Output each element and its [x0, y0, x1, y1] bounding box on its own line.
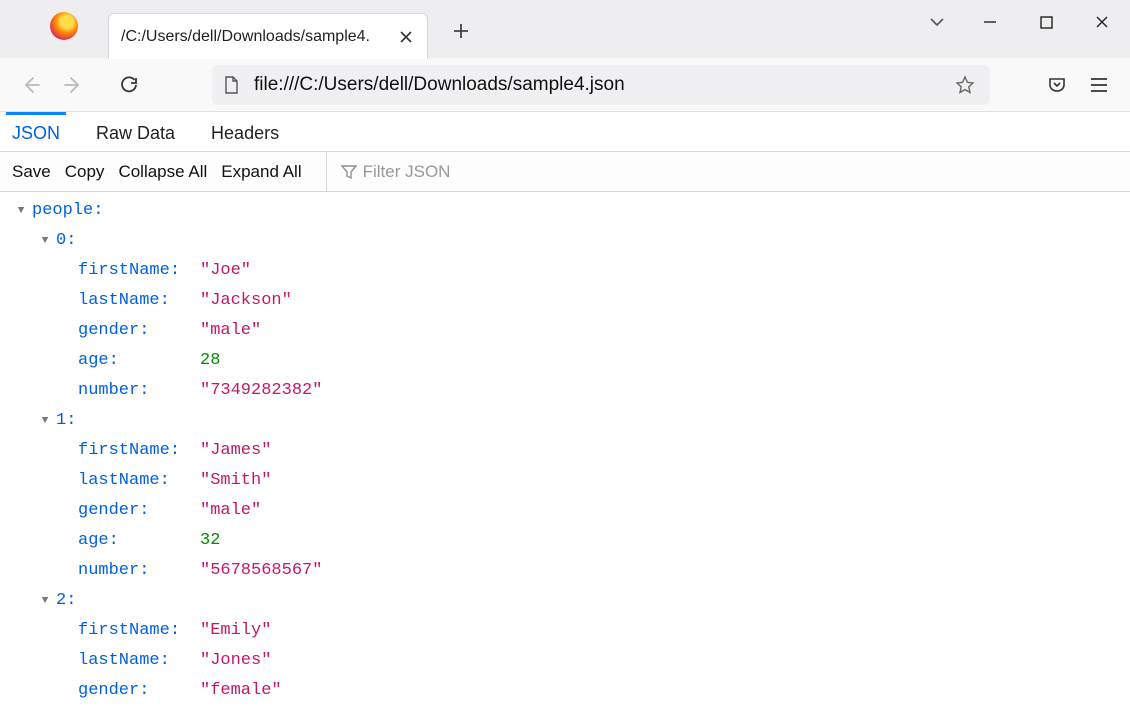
json-key[interactable]: gender — [78, 501, 139, 520]
window-close-button[interactable] — [1074, 0, 1130, 44]
plus-icon — [452, 22, 470, 40]
expand-all-button[interactable]: Expand All — [221, 162, 301, 182]
json-value[interactable]: "male" — [200, 496, 261, 526]
json-value[interactable]: "Smith" — [200, 466, 271, 496]
json-key[interactable]: number — [78, 561, 139, 580]
close-icon — [399, 30, 413, 44]
close-tab-button[interactable] — [397, 28, 415, 46]
browser-tab[interactable]: /C:/Users/dell/Downloads/sample4. — [108, 13, 428, 59]
navigation-toolbar: file:///C:/Users/dell/Downloads/sample4.… — [0, 58, 1130, 112]
json-body: people:0:firstName:"Joe"lastName:"Jackso… — [0, 192, 1130, 710]
filter-input[interactable] — [363, 162, 563, 182]
tab-list-button[interactable] — [912, 0, 962, 44]
json-key[interactable]: age — [78, 531, 109, 550]
json-value[interactable]: "Emily" — [200, 616, 271, 646]
close-icon — [1095, 15, 1109, 29]
maximize-button[interactable] — [1018, 0, 1074, 44]
json-index[interactable]: 1 — [56, 406, 66, 436]
json-value[interactable]: 32 — [200, 526, 220, 556]
arrow-left-icon — [21, 75, 41, 95]
filter-icon — [341, 164, 357, 180]
twisty-icon[interactable] — [38, 414, 52, 428]
json-value[interactable]: "female" — [200, 676, 282, 706]
json-value[interactable]: "Jackson" — [200, 286, 292, 316]
arrow-right-icon — [63, 75, 83, 95]
window-controls — [912, 0, 1130, 44]
json-key[interactable]: lastName — [78, 291, 160, 310]
tab-raw-data[interactable]: Raw Data — [90, 112, 181, 151]
pocket-button[interactable] — [1038, 66, 1076, 104]
json-value[interactable]: "7349282382" — [200, 376, 322, 406]
twisty-icon[interactable] — [14, 204, 28, 218]
bookmark-button[interactable] — [950, 70, 980, 100]
json-key[interactable]: gender — [78, 681, 139, 700]
json-value[interactable]: "Joe" — [200, 256, 251, 286]
json-viewer-tabs: JSON Raw Data Headers — [0, 112, 1130, 152]
tab-title: /C:/Users/dell/Downloads/sample4. — [121, 28, 389, 46]
reload-icon — [119, 75, 139, 95]
url-bar[interactable]: file:///C:/Users/dell/Downloads/sample4.… — [212, 65, 990, 105]
json-key[interactable]: firstName — [78, 621, 170, 640]
json-value[interactable]: "James" — [200, 436, 271, 466]
pocket-icon — [1047, 75, 1067, 95]
json-key[interactable]: lastName — [78, 471, 160, 490]
app-menu-button[interactable] — [1080, 66, 1118, 104]
maximize-icon — [1040, 16, 1053, 29]
collapse-all-button[interactable]: Collapse All — [118, 162, 207, 182]
page-icon — [222, 76, 240, 94]
filter-wrap — [326, 152, 563, 191]
save-button[interactable]: Save — [12, 162, 51, 182]
json-key[interactable]: firstName — [78, 441, 170, 460]
json-key[interactable]: gender — [78, 321, 139, 340]
titlebar: /C:/Users/dell/Downloads/sample4. — [0, 0, 1130, 58]
new-tab-button[interactable] — [444, 14, 478, 48]
back-button[interactable] — [12, 66, 50, 104]
minimize-button[interactable] — [962, 0, 1018, 44]
tab-headers[interactable]: Headers — [205, 112, 285, 151]
tab-json[interactable]: JSON — [6, 112, 66, 151]
json-index[interactable]: 2 — [56, 586, 66, 616]
star-icon — [955, 75, 975, 95]
chevron-down-icon — [929, 14, 945, 30]
copy-button[interactable]: Copy — [65, 162, 105, 182]
twisty-icon[interactable] — [38, 594, 52, 608]
json-value[interactable]: 28 — [200, 346, 220, 376]
json-key[interactable]: people — [32, 196, 93, 226]
json-key[interactable]: firstName — [78, 261, 170, 280]
firefox-logo-icon — [50, 12, 78, 40]
json-viewer-actions: Save Copy Collapse All Expand All — [0, 152, 1130, 192]
url-text: file:///C:/Users/dell/Downloads/sample4.… — [254, 74, 950, 96]
json-value[interactable]: "Jones" — [200, 646, 271, 676]
json-value[interactable]: "male" — [200, 316, 261, 346]
json-key[interactable]: age — [78, 351, 109, 370]
json-key[interactable]: lastName — [78, 651, 160, 670]
hamburger-icon — [1090, 77, 1108, 93]
json-index[interactable]: 0 — [56, 226, 66, 256]
json-value[interactable]: "5678568567" — [200, 556, 322, 586]
forward-button[interactable] — [54, 66, 92, 104]
minimize-icon — [983, 15, 997, 29]
reload-button[interactable] — [110, 66, 148, 104]
twisty-icon[interactable] — [38, 234, 52, 248]
json-tree[interactable]: people:0:firstName:"Joe"lastName:"Jackso… — [0, 192, 1130, 710]
json-key[interactable]: number — [78, 381, 139, 400]
